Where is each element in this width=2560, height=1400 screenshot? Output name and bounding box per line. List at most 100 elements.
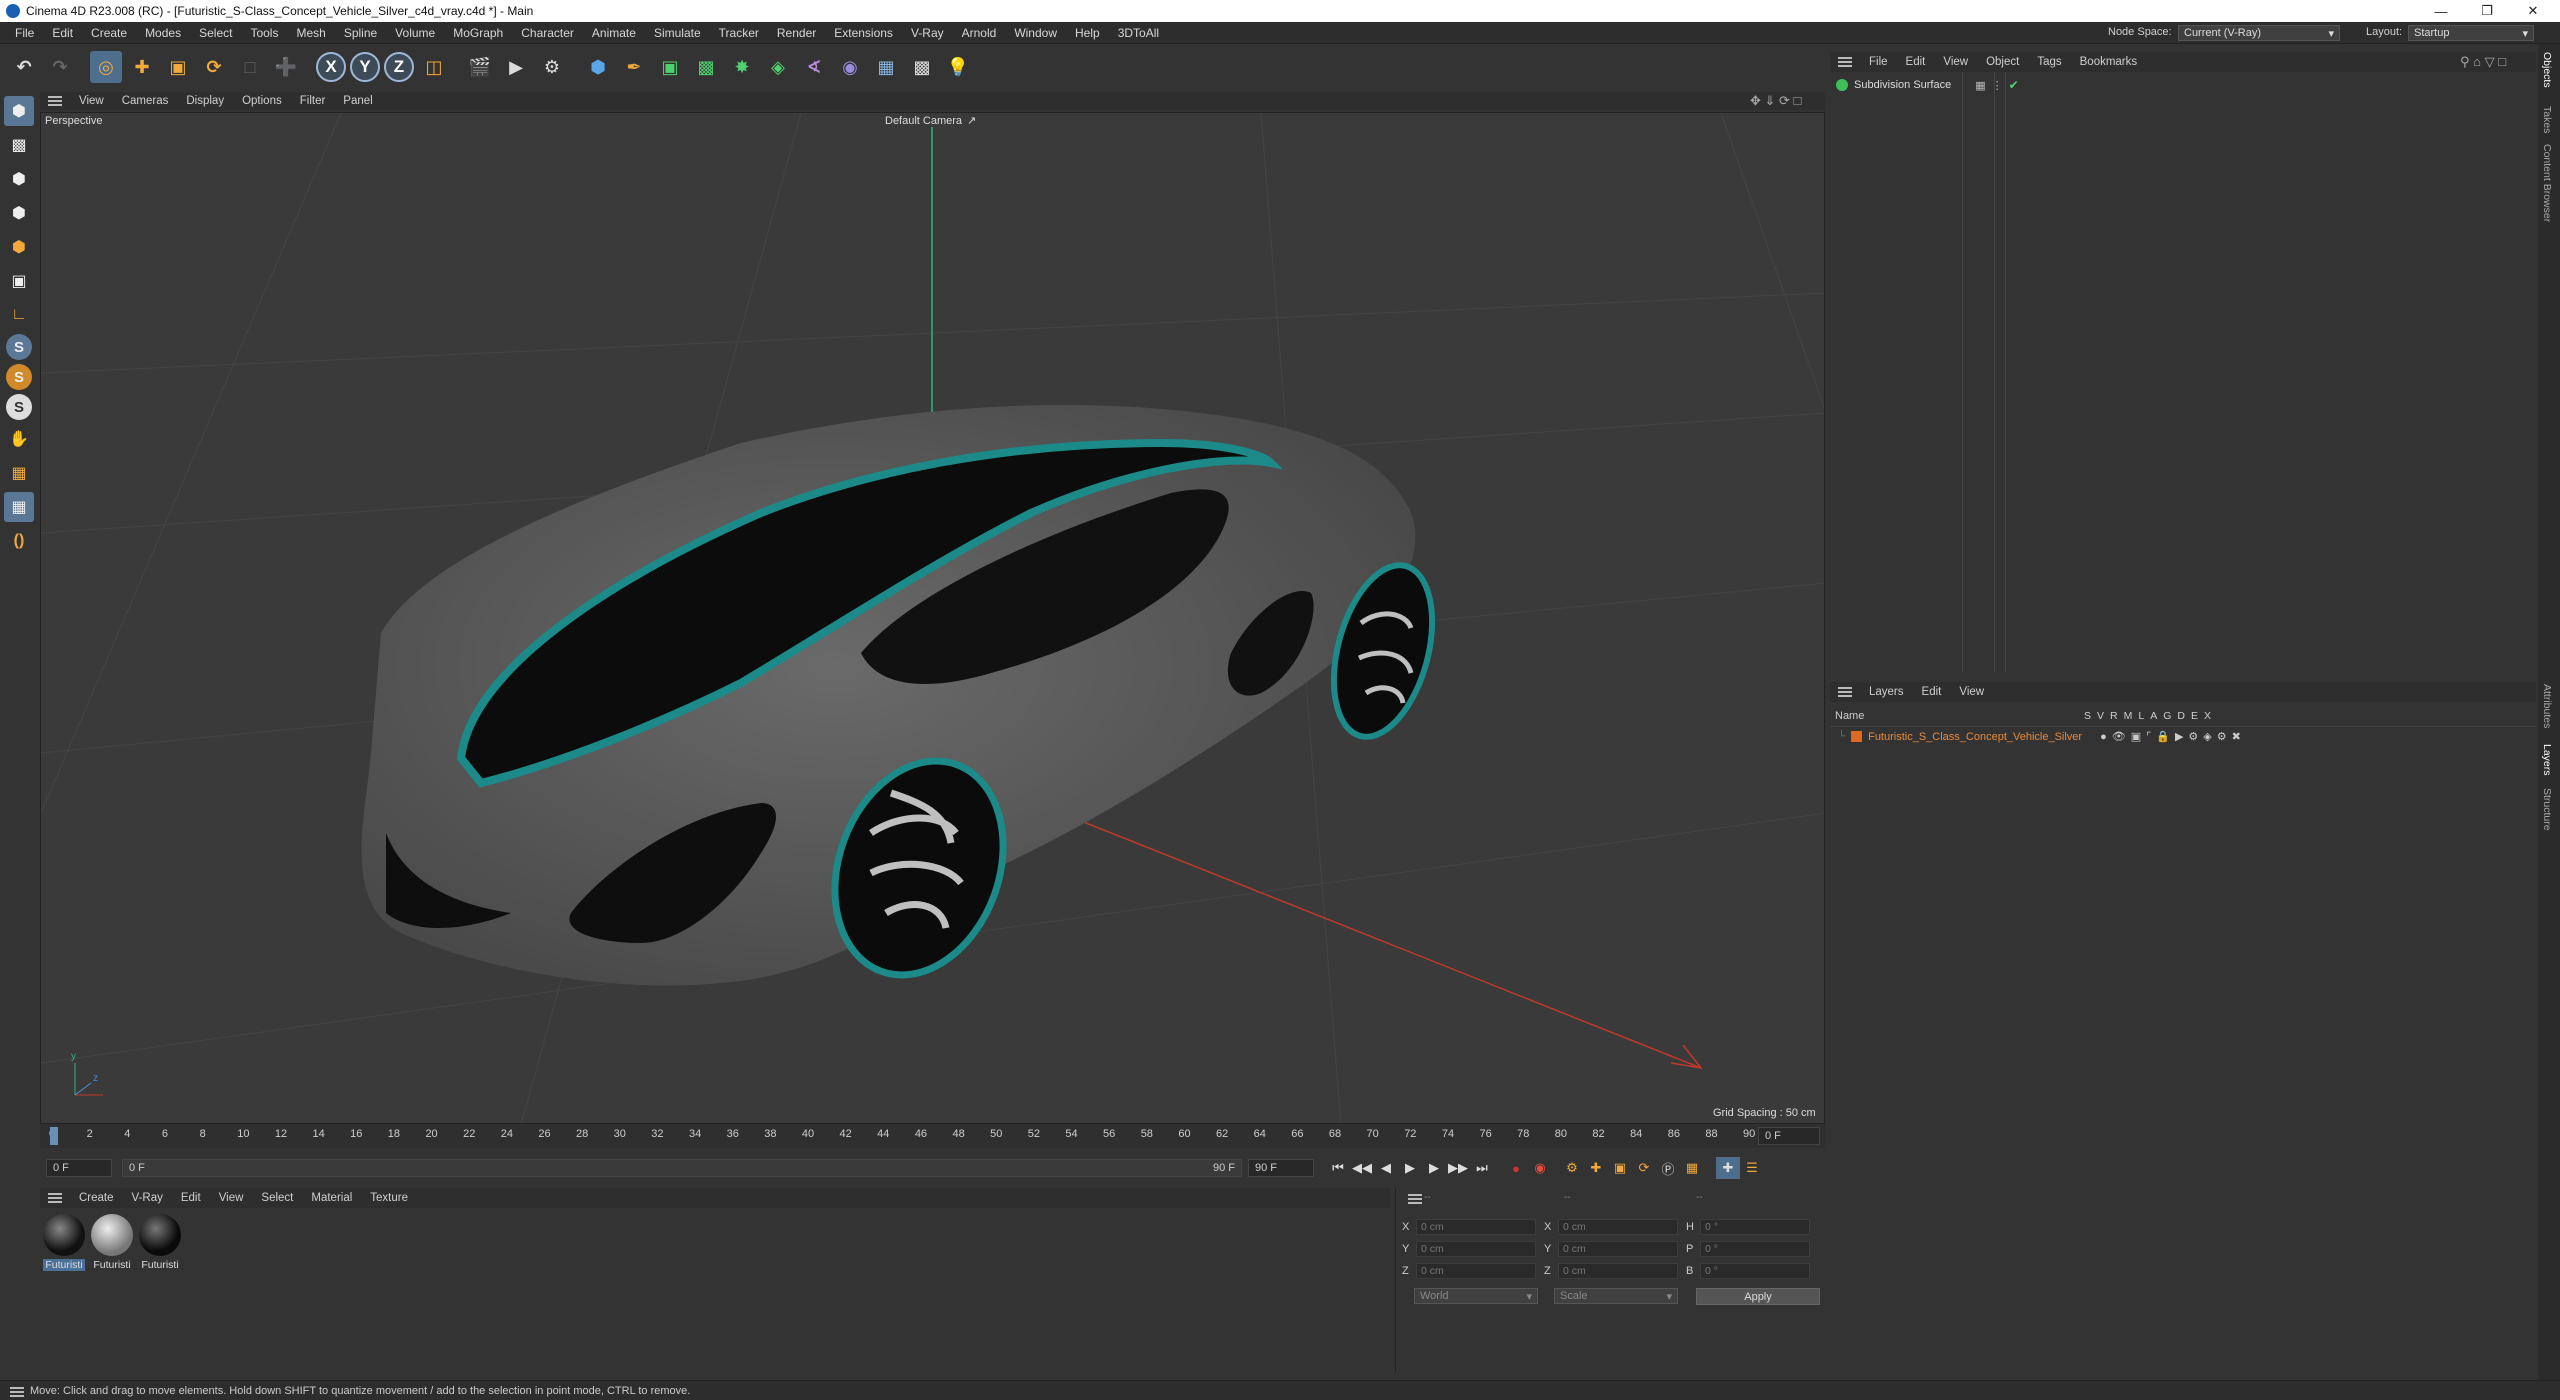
position-z-field[interactable]: 0 cm xyxy=(1416,1263,1536,1279)
redo-icon[interactable]: ↷ xyxy=(44,51,76,83)
menu-animate[interactable]: Animate xyxy=(583,26,645,40)
layer-menu-layers[interactable]: Layers xyxy=(1860,686,1913,698)
viewport-navigation-icons[interactable]: ✥ ⇓ ⟳ □ xyxy=(1750,93,1801,109)
field-icon[interactable]: ◉ xyxy=(834,51,866,83)
object-row[interactable]: Subdivision Surface ▦ ⋮ ✔ xyxy=(1836,78,2019,92)
move-tool-icon[interactable]: ✚ xyxy=(126,51,158,83)
keyframe-selection-icon[interactable]: ⚙ xyxy=(1560,1157,1584,1179)
layer-flag-icons[interactable]: ●👁▣⌜🔒▶⚙◈⚙✖ xyxy=(2100,730,2246,743)
mograph-icon[interactable]: ◈ xyxy=(762,51,794,83)
key-pla-icon[interactable]: ▦ xyxy=(1680,1157,1704,1179)
soft-selection-icon[interactable]: ✋ xyxy=(4,424,34,454)
extrude-generator-icon[interactable]: ▩ xyxy=(690,51,722,83)
camera-icon[interactable]: ▩ xyxy=(906,51,938,83)
object-menu-tags[interactable]: Tags xyxy=(2028,56,2070,68)
material-item[interactable]: Futuristi xyxy=(42,1214,86,1271)
tab-structure[interactable]: Structure xyxy=(2541,788,2553,831)
edges-mode-icon[interactable]: ⬢ xyxy=(4,232,34,262)
menu-extensions[interactable]: Extensions xyxy=(825,26,902,40)
menu-edit[interactable]: Edit xyxy=(43,26,82,40)
autokey-icon[interactable]: ◉ xyxy=(1528,1157,1552,1179)
menu-tracker[interactable]: Tracker xyxy=(710,26,768,40)
tab-layers[interactable]: Layers xyxy=(2541,744,2553,776)
rotation-b-field[interactable]: 0 ° xyxy=(1700,1263,1810,1279)
viewport-menu-display[interactable]: Display xyxy=(177,95,233,107)
play-icon[interactable]: ▶ xyxy=(1398,1157,1422,1179)
object-menu-view[interactable]: View xyxy=(1934,56,1977,68)
menu-window[interactable]: Window xyxy=(1005,26,1066,40)
menu-mograph[interactable]: MoGraph xyxy=(444,26,512,40)
tab-takes[interactable]: Takes xyxy=(2541,106,2553,133)
material-menu-burger-icon[interactable] xyxy=(48,1191,62,1205)
material-item[interactable]: Futuristi xyxy=(90,1214,134,1271)
material-menu-material[interactable]: Material xyxy=(302,1192,361,1204)
cube-primitive-icon[interactable]: ⬢ xyxy=(582,51,614,83)
goto-start-icon[interactable]: ⏮ xyxy=(1326,1157,1350,1179)
tab-attributes[interactable]: Attributes xyxy=(2541,684,2553,728)
goto-end-icon[interactable]: ⏭ xyxy=(1470,1157,1494,1179)
timeline-ruler[interactable]: 0246810121416182022242628303234363840424… xyxy=(40,1124,1825,1148)
render-view-icon[interactable]: ▶ xyxy=(500,51,532,83)
viewport-menu-options[interactable]: Options xyxy=(233,95,291,107)
key-rotation-icon[interactable]: ⟳ xyxy=(1632,1157,1656,1179)
scale-tool-icon[interactable]: ▣ xyxy=(162,51,194,83)
material-menu-edit[interactable]: Edit xyxy=(172,1192,210,1204)
xpresso-icon[interactable]: () xyxy=(4,526,34,556)
layer-menu-burger-icon[interactable] xyxy=(1838,685,1852,699)
material-item[interactable]: Futuristi xyxy=(138,1214,182,1271)
rotation-h-field[interactable]: 0 ° xyxy=(1700,1219,1810,1235)
material-menu-texture[interactable]: Texture xyxy=(361,1192,417,1204)
position-x-field[interactable]: 0 cm xyxy=(1416,1219,1536,1235)
object-menu-file[interactable]: File xyxy=(1860,56,1897,68)
menu-arnold[interactable]: Arnold xyxy=(953,26,1006,40)
rotation-p-field[interactable]: 0 ° xyxy=(1700,1241,1810,1257)
pen-spline-icon[interactable]: ✒ xyxy=(618,51,650,83)
visibility-dots-icon[interactable]: ▦ xyxy=(1975,79,1985,92)
tab-content-browser[interactable]: Content Browser xyxy=(2541,144,2553,222)
menu-vray[interactable]: V-Ray xyxy=(902,26,953,40)
grid-icon[interactable]: ▦ xyxy=(4,492,34,522)
menu-tools[interactable]: Tools xyxy=(241,26,287,40)
quantize-icon[interactable]: S xyxy=(6,394,32,420)
polygons-mode-icon[interactable]: ▣ xyxy=(4,266,34,296)
object-manager-tool-icons[interactable]: ⚲ ⌂ ▽ □ xyxy=(2460,54,2506,70)
tab-objects[interactable]: Objects xyxy=(2541,52,2553,88)
node-space-dropdown[interactable]: Current (V-Ray) ▾ xyxy=(2178,25,2340,41)
select-tool-icon[interactable]: ◎ xyxy=(90,51,122,83)
key-parameter-icon[interactable]: Ⓟ xyxy=(1656,1157,1680,1179)
texture-mode-icon[interactable]: ▩ xyxy=(4,130,34,160)
model-mode-icon[interactable]: ⬢ xyxy=(4,96,34,126)
menu-volume[interactable]: Volume xyxy=(386,26,444,40)
render-region-icon[interactable]: 🎬 xyxy=(464,51,496,83)
size-y-field[interactable]: 0 cm xyxy=(1558,1241,1678,1257)
menu-mesh[interactable]: Mesh xyxy=(287,26,334,40)
layer-menu-edit[interactable]: Edit xyxy=(1913,686,1951,698)
previous-frame-icon[interactable]: ◀ xyxy=(1374,1157,1398,1179)
current-frame-field[interactable]: 0 F xyxy=(1758,1127,1820,1145)
viewport-menu-view[interactable]: View xyxy=(70,95,113,107)
restore-icon[interactable]: ❐ xyxy=(2464,0,2510,22)
layer-row[interactable]: └ Futuristic_S_Class_Concept_Vehicle_Sil… xyxy=(1838,730,2358,744)
rotate-tool-icon[interactable]: ⟳ xyxy=(198,51,230,83)
coordinate-system-icon[interactable]: ◫ xyxy=(418,51,450,83)
enabled-check-icon[interactable]: ✔ xyxy=(2009,78,2019,92)
size-x-field[interactable]: 0 cm xyxy=(1558,1219,1678,1235)
layout-dropdown[interactable]: Startup ▾ xyxy=(2408,25,2534,41)
minimize-icon[interactable]: — xyxy=(2418,0,2464,22)
viewport-menu-burger-icon[interactable] xyxy=(48,94,62,108)
layer-dots-icon[interactable]: ⋮ xyxy=(1992,79,2003,92)
position-y-field[interactable]: 0 cm xyxy=(1416,1241,1536,1257)
light-icon[interactable]: 💡 xyxy=(942,51,974,83)
menu-help[interactable]: Help xyxy=(1066,26,1109,40)
status-burger-icon[interactable] xyxy=(10,1385,24,1399)
3d-viewport[interactable]: y z Perspective Default Camera ↗ Grid Sp… xyxy=(40,112,1825,1124)
viewport-menu-panel[interactable]: Panel xyxy=(334,95,381,107)
timeline-playhead[interactable] xyxy=(50,1127,58,1145)
menu-select[interactable]: Select xyxy=(190,26,241,40)
workplane-icon[interactable]: ⬢ xyxy=(4,164,34,194)
menu-modes[interactable]: Modes xyxy=(136,26,190,40)
menu-simulate[interactable]: Simulate xyxy=(645,26,710,40)
close-icon[interactable]: ✕ xyxy=(2510,0,2556,22)
axis-tool-icon[interactable]: ➕ xyxy=(270,51,302,83)
axis-mode-icon[interactable]: ∟ xyxy=(4,300,34,330)
